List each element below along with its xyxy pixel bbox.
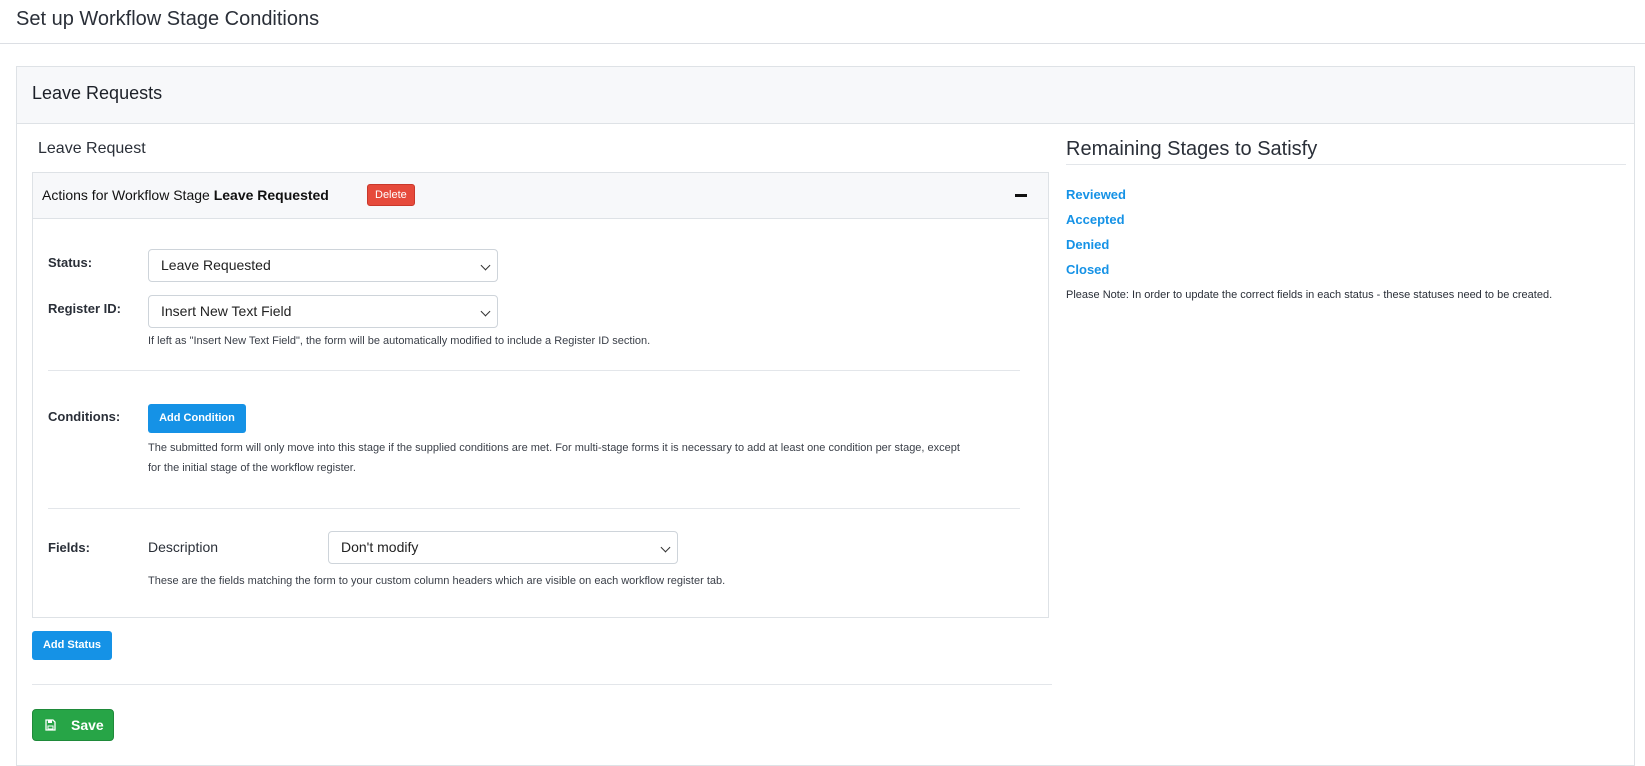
conditions-help: The submitted form will only move into t… — [148, 438, 960, 478]
stage-header: Actions for Workflow Stage Leave Request… — [33, 173, 1048, 219]
delete-button[interactable]: Delete — [367, 184, 415, 206]
stage-link-closed[interactable]: Closed — [1066, 262, 1109, 277]
save-button-label: Save — [71, 717, 104, 733]
add-condition-button[interactable]: Add Condition — [148, 404, 246, 433]
conditions-help-line-2: for the initial stage of the workflow re… — [148, 462, 356, 474]
remaining-stages-title: Remaining Stages to Satisfy — [1066, 138, 1318, 160]
chevron-down-icon — [660, 542, 671, 553]
stage-link-denied[interactable]: Denied — [1066, 237, 1109, 252]
register-id-help: If left as "Insert New Text Field", the … — [148, 335, 651, 347]
divider — [48, 508, 1020, 509]
stage-header-name: Leave Requested — [213, 187, 329, 203]
add-status-button[interactable]: Add Status — [32, 631, 112, 660]
form-name: Leave Request — [38, 140, 146, 157]
stage-link-accepted[interactable]: Accepted — [1066, 212, 1125, 227]
chevron-down-icon — [480, 260, 491, 271]
remaining-stages-note: Please Note: In order to update the corr… — [1066, 289, 1553, 301]
fields-help: These are the fields matching the form t… — [148, 575, 726, 587]
status-select-value: Leave Requested — [161, 257, 271, 273]
floppy-disk-icon — [45, 719, 56, 731]
conditions-help-line-1: The submitted form will only move into t… — [148, 442, 960, 454]
card-title: Leave Requests — [32, 83, 163, 103]
stage-panel: Actions for Workflow Stage Leave Request… — [32, 172, 1049, 618]
minus-icon[interactable] — [1015, 194, 1027, 197]
register-id-label: Register ID: — [48, 301, 121, 316]
fields-label: Fields: — [48, 540, 90, 555]
page-header: Set up Workflow Stage Conditions — [0, 0, 1645, 44]
card-header: Leave Requests — [17, 67, 1634, 124]
register-id-select-value: Insert New Text Field — [161, 303, 292, 319]
page-title: Set up Workflow Stage Conditions — [16, 8, 320, 30]
register-id-select[interactable]: Insert New Text Field — [148, 295, 498, 328]
divider — [1066, 164, 1626, 165]
chevron-down-icon — [480, 306, 491, 317]
description-field-select-value: Don't modify — [341, 539, 419, 555]
status-label: Status: — [48, 255, 93, 270]
stage-link-reviewed[interactable]: Reviewed — [1066, 187, 1126, 202]
divider — [32, 684, 1052, 685]
conditions-label: Conditions: — [48, 409, 121, 424]
divider — [48, 370, 1020, 371]
stage-header-title: Actions for Workflow Stage Leave Request… — [42, 187, 329, 203]
stage-header-prefix: Actions for Workflow Stage — [42, 187, 214, 203]
save-button[interactable]: Save — [32, 709, 114, 741]
status-select[interactable]: Leave Requested — [148, 249, 498, 282]
field-name-description: Description — [148, 539, 219, 555]
description-field-select[interactable]: Don't modify — [328, 531, 678, 564]
